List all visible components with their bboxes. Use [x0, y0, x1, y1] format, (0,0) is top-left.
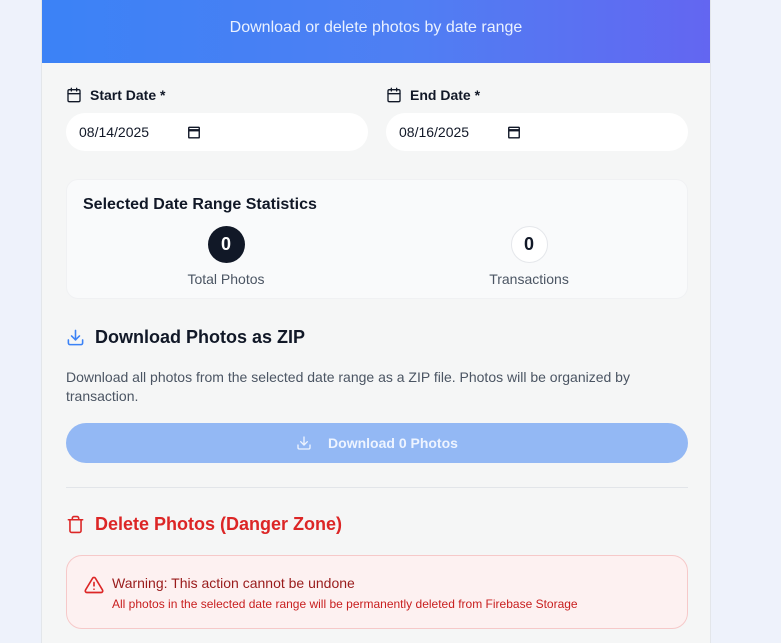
transactions-label: Transactions: [489, 271, 569, 287]
total-photos-count: 0: [207, 226, 245, 263]
delete-warning-box: Warning: This action cannot be undone Al…: [66, 555, 688, 629]
warning-title: Warning: This action cannot be undone: [112, 575, 355, 591]
panel-header: Download or delete photos by date range: [42, 0, 710, 63]
start-date-group: Start Date * 08/14/2025: [66, 85, 368, 151]
end-date-label: End Date *: [386, 85, 688, 105]
calendar-icon: [387, 87, 401, 103]
start-date-input[interactable]: 08/14/2025: [66, 113, 368, 151]
transactions-stat: 0 Transactions: [449, 226, 609, 287]
download-icon: [67, 329, 84, 346]
start-date-value: 08/14/2025: [79, 124, 150, 140]
calendar-picker-icon[interactable]: [187, 125, 201, 139]
date-range-statistics-card: Selected Date Range Statistics 0 Total P…: [66, 179, 688, 299]
total-photos-label: Total Photos: [187, 271, 265, 287]
date-range-picker: Start Date * 08/14/2025 End Date * 08/16…: [66, 85, 688, 151]
panel-content: Start Date * 08/14/2025 End Date * 08/16…: [66, 63, 688, 629]
start-date-label-text: Start Date *: [90, 87, 166, 103]
download-button-label: Download 0 Photos: [328, 435, 458, 451]
end-date-value: 08/16/2025: [399, 124, 470, 140]
download-section-title: Download Photos as ZIP: [95, 327, 306, 347]
total-photos-stat: 0 Total Photos: [146, 226, 306, 287]
download-section-heading: Download Photos as ZIP: [66, 327, 688, 348]
section-divider: [66, 487, 688, 488]
calendar-picker-icon[interactable]: [507, 125, 521, 139]
end-date-group: End Date * 08/16/2025: [386, 85, 688, 151]
download-description: Download all photos from the selected da…: [66, 369, 630, 404]
warning-message: All photos in the selected date range wi…: [112, 597, 578, 611]
download-icon: [297, 436, 311, 450]
statistics-title: Selected Date Range Statistics: [83, 196, 317, 213]
start-date-label: Start Date *: [66, 85, 368, 105]
photo-management-panel: Download or delete photos by date range …: [41, 0, 711, 643]
trash-icon: [67, 515, 84, 534]
delete-section-heading: Delete Photos (Danger Zone): [66, 514, 688, 535]
transactions-count: 0: [510, 226, 548, 263]
calendar-icon: [67, 87, 81, 103]
header-subtitle: Download or delete photos by date range: [229, 18, 523, 36]
end-date-input[interactable]: 08/16/2025: [386, 113, 688, 151]
warning-triangle-icon: [84, 576, 104, 594]
download-photos-button[interactable]: Download 0 Photos: [66, 423, 688, 463]
end-date-label-text: End Date *: [410, 87, 481, 103]
delete-section-title: Delete Photos (Danger Zone): [95, 514, 343, 534]
